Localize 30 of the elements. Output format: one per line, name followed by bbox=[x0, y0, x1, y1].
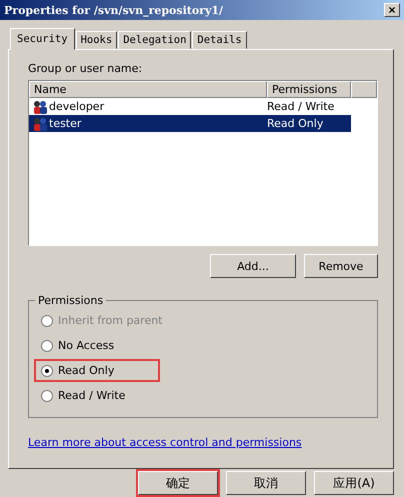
list-button[interactable]: Add... bbox=[210, 254, 296, 278]
user-name: developer bbox=[49, 100, 106, 113]
radio-button[interactable] bbox=[41, 340, 53, 352]
list-button[interactable]: Remove bbox=[304, 254, 378, 278]
tab[interactable]: Delegation bbox=[118, 31, 192, 49]
group-label: Group or user name: bbox=[28, 62, 144, 75]
dialog-button[interactable]: 取消 bbox=[226, 471, 306, 495]
radio-button[interactable] bbox=[41, 390, 53, 402]
tab[interactable]: Security bbox=[10, 28, 75, 50]
permission-cell: Read / Write bbox=[267, 100, 334, 113]
group-title: Permissions bbox=[37, 294, 104, 307]
tab[interactable]: Hooks bbox=[76, 31, 118, 49]
user-row[interactable]: tester Read Only bbox=[29, 115, 351, 132]
dialog-button[interactable]: 确定 bbox=[138, 471, 218, 495]
radio-option[interactable]: No Access bbox=[36, 336, 158, 355]
column-header[interactable]: Permissions bbox=[267, 81, 351, 98]
radio-option[interactable]: Read / Write bbox=[36, 386, 158, 405]
users-icon bbox=[32, 116, 48, 132]
tab[interactable]: Details bbox=[192, 31, 247, 49]
user-name: tester bbox=[49, 117, 82, 130]
window-title: Properties for /svn/svn_repository1/ bbox=[4, 4, 224, 16]
user-row[interactable]: developer Read / Write bbox=[29, 98, 351, 115]
dialog-button[interactable]: 应用(A) bbox=[314, 471, 394, 495]
close-button[interactable]: × bbox=[384, 3, 400, 17]
radio-button[interactable] bbox=[41, 364, 53, 376]
help-link[interactable]: Learn more about access control and permissions bbox=[28, 436, 378, 449]
radio-option[interactable]: Read Only bbox=[36, 361, 158, 380]
users-icon bbox=[32, 98, 48, 114]
column-header[interactable]: Name bbox=[29, 81, 267, 98]
permission-cell: Read Only bbox=[267, 117, 324, 130]
